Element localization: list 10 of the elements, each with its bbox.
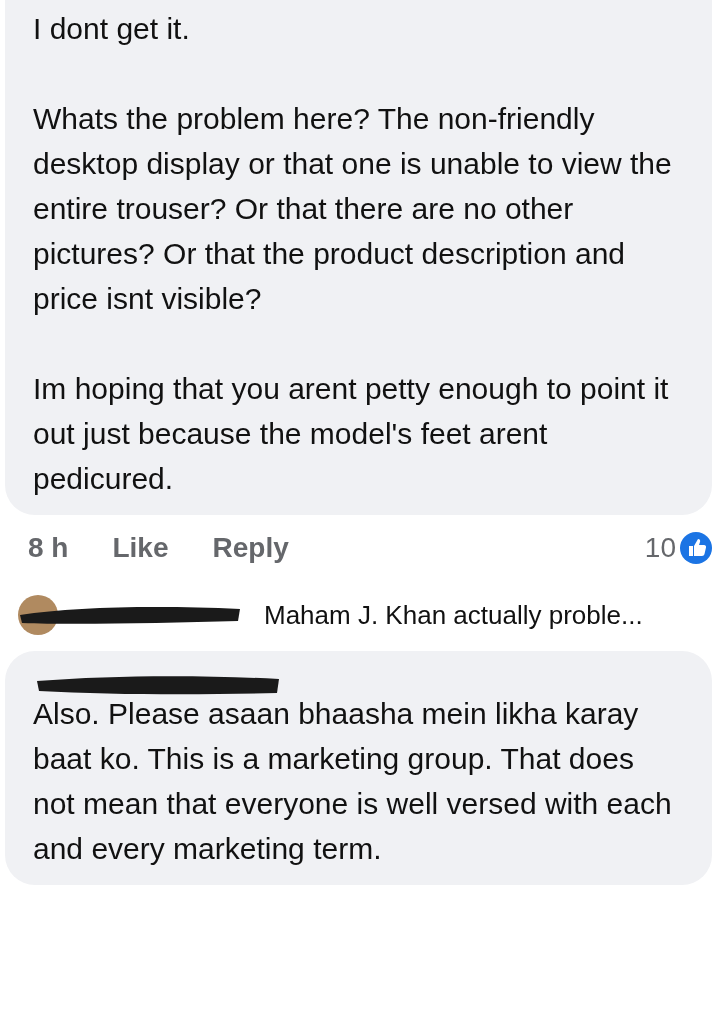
reaction-count: 10 (644, 532, 676, 564)
comment-text: Im hoping that you arent petty enough to point it out just because the model's feet arent pedicured. (33, 371, 670, 497)
comment-text: Whats the problem here? The non-friendly desktop display or that one is unable to view the entire trouser? Or that there are no other pictures? Or that the product description and price isnt visible? (33, 101, 673, 317)
comment-text: Also. Please asaan bhaasha mein likha karay baat ko. This is a marketing group. That does not mean that everyone is well versed with each and every marketing term. (33, 696, 673, 867)
like-button[interactable]: Like (112, 532, 169, 564)
reply-preview-text[interactable]: Maham J. Khan actually proble... (264, 599, 643, 631)
comment-text: I dont get it. (33, 11, 191, 47)
thumbs-up-icon (680, 532, 712, 564)
timestamp: 8 h (28, 532, 69, 564)
reply-button[interactable]: Reply (212, 532, 289, 564)
